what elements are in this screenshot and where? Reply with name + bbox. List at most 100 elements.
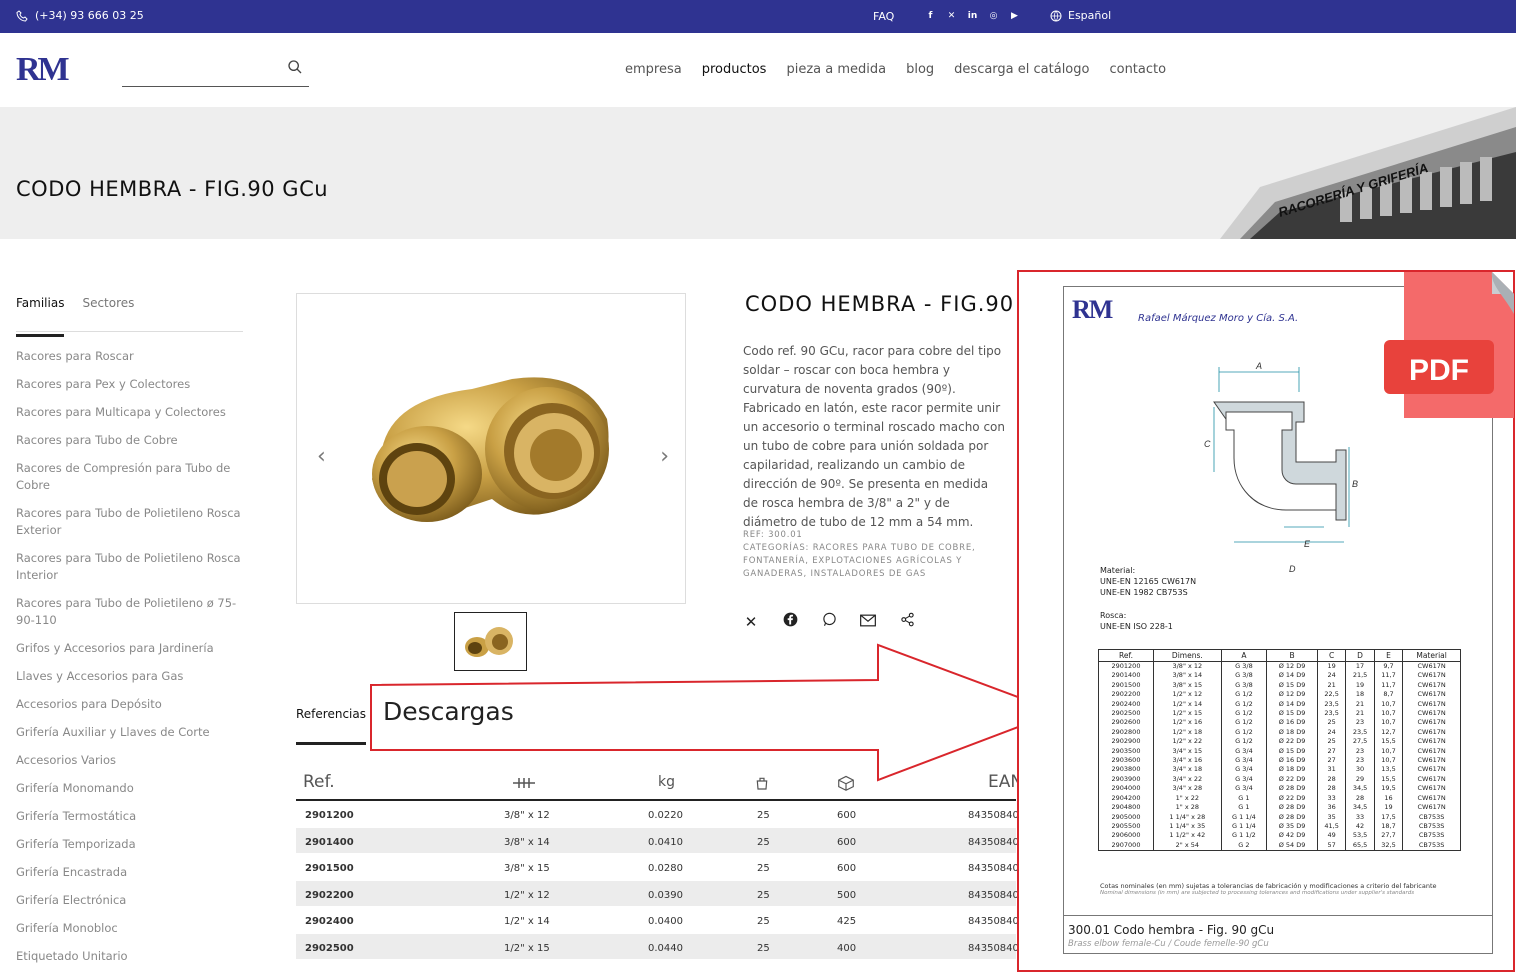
spec-cell: 1 1/2" x 42 [1152,831,1222,841]
pdf-file-icon[interactable]: PDF [1382,270,1516,420]
spec-cell: 29 [1345,774,1375,785]
dim-d: D [1289,564,1296,574]
table-row[interactable]: 2901200 3/8" x 12 0.0220 25 600 843508407 [296,801,1025,828]
faq-link[interactable]: FAQ [873,10,894,23]
instagram-icon[interactable]: ◎ [987,9,1000,22]
spec-cell: 2905000 [1098,812,1154,822]
family-link[interactable]: Grifería Monobloc [16,920,241,937]
spec-cell: 21 [1316,680,1347,691]
table-row[interactable]: 2901500 3/8" x 15 0.0280 25 600 843508407 [296,854,1025,881]
nav-productos[interactable]: productos [702,62,767,77]
family-link[interactable]: Grifería Monomando [16,780,241,797]
table-row[interactable]: 2902200 1/2" x 12 0.0390 25 500 843508407 [296,880,1025,907]
table-row[interactable]: 2902500 1/2" x 15 0.0440 25 400 843508407 [296,933,1025,960]
spec-cell: 2904000 [1098,784,1154,794]
family-link[interactable]: Grifos y Accesorios para Jardinería [16,640,241,657]
spec-row: 2902400 1/2" x 14 G 1/2 Ø 14 D9 23,5 21 10,7 CW… [1098,699,1461,710]
pdf-footer-divider [1064,915,1492,916]
spec-cell: 23 [1345,718,1375,728]
family-link[interactable]: Llaves y Accesorios para Gas [16,668,241,685]
spec-cell: CW617N [1402,709,1461,719]
table-row[interactable]: 2902400 1/2" x 14 0.0400 25 425 843508407 [296,907,1025,934]
spec-cell: 9,7 [1373,661,1404,672]
spec-row: 2905000 1 1/4" x 28 G 1 1/4 Ø 28 D9 35 33 17,5… [1098,812,1461,822]
email-icon[interactable] [860,613,876,631]
spec-cell: Ø 18 D9 [1266,727,1318,738]
spec-cell: 2" x 54 [1152,840,1222,852]
table-cell: 500 [837,889,857,901]
nav-pieza-a-medida[interactable]: pieza a medida [786,62,886,77]
pdf-spec-table: Ref. Dimens. A B C D E Material 2901200 3/8" x 12… [1098,649,1461,852]
spec-cell: 2903500 [1098,746,1154,757]
chevron-left-icon[interactable]: ‹ [317,444,326,469]
family-link[interactable]: Grifería Electrónica [16,892,241,909]
spec-cell: 10,7 [1373,756,1404,766]
share-icon[interactable] [899,612,915,631]
family-link[interactable]: Etiquetado Unitario [16,948,241,965]
pdf-material: Material: UNE-EN 12165 CW617N UNE-EN 198… [1100,565,1196,632]
facebook-icon[interactable] [782,612,798,631]
spec-cell: Ø 15 D9 [1266,746,1318,757]
nav-empresa[interactable]: empresa [625,62,682,77]
spec-cell: CW617N [1402,737,1461,747]
family-link[interactable]: Racores para Tubo de Polietileno Rosca E… [16,505,241,539]
family-link[interactable]: Grifería Termostática [16,808,241,825]
family-link[interactable]: Grifería Auxiliar y Llaves de Corte [16,724,241,741]
spec-cell: 2902900 [1098,737,1154,747]
phone-link[interactable]: (+34) 93 666 03 25 [16,9,144,22]
references-table: Ref. kg EAN 2901200 3/8" x 12 0.0220 25 600 8… [296,766,1025,960]
spec-cell: 27 [1316,756,1347,766]
spec-cell: Ø 16 D9 [1266,718,1318,728]
spec-cell: 19 [1373,803,1404,813]
x-icon[interactable]: ✕ [743,613,759,631]
spec-cell: G 1/2 [1220,709,1268,719]
x-icon[interactable]: ✕ [945,9,958,22]
family-link[interactable]: Accesorios para Depósito [16,696,241,713]
nav-contacto[interactable]: contacto [1109,62,1166,77]
spec-cell: 24 [1316,727,1347,738]
spec-cell: 19 [1316,661,1347,672]
family-link[interactable]: Racores para Roscar [16,348,241,365]
spec-cell: 2902200 [1098,690,1154,700]
search-box[interactable] [122,55,309,87]
spec-cell: 1 1/4" x 28 [1152,812,1222,822]
facebook-icon[interactable]: f [924,9,937,22]
spec-cell: 23,5 [1316,709,1347,719]
youtube-icon[interactable]: ▶ [1008,9,1021,22]
spec-cell: 2902800 [1098,727,1154,738]
nav-descarga-catalogo[interactable]: descarga el catálogo [954,62,1089,77]
spec-row: 2904800 1" x 28 G 1Ø 28 D9 36 34,5 19 CW617N [1098,803,1461,813]
spec-cell: 2903600 [1098,756,1154,766]
family-link[interactable]: Racores para Pex y Colectores [16,376,241,393]
table-cell: 3/8" x 14 [504,836,550,848]
family-link[interactable]: Racores de Compresión para Tubo de Cobre [16,460,241,494]
tab-referencias[interactable]: Referencias [296,707,366,745]
family-link[interactable]: Racores para Tubo de Cobre [16,432,241,449]
spec-cell: 3/8" x 14 [1152,671,1222,681]
language-selector[interactable]: Español [1050,9,1111,22]
spec-header-cell: E [1373,649,1404,662]
linkedin-icon[interactable]: in [966,9,979,22]
nav-blog[interactable]: blog [906,62,934,77]
chevron-right-icon[interactable]: › [660,444,669,469]
table-cell: 25 [757,863,770,874]
whatsapp-icon[interactable] [821,612,837,631]
search-icon[interactable] [287,59,303,75]
spec-cell: Ø 22 D9 [1266,737,1318,747]
spec-cell: Ø 14 D9 [1266,699,1318,710]
family-link[interactable]: Accesorios Varios [16,752,241,769]
site-logo[interactable]: RM [16,53,70,87]
family-link[interactable]: Grifería Encastrada [16,864,241,881]
table-row[interactable]: 2901400 3/8" x 14 0.0410 25 600 843508407 [296,827,1025,854]
spec-cell: 1/2" x 15 [1152,709,1222,719]
family-link[interactable]: Racores para Multicapa y Colectores [16,404,241,421]
descargas-label[interactable]: Descargas [383,697,514,726]
spec-cell: 34,5 [1345,784,1375,794]
family-link[interactable]: Racores para Tubo de Polietileno Rosca I… [16,550,241,584]
family-link[interactable]: Grifería Temporizada [16,836,241,853]
pdf-badge-label: PDF [1409,354,1469,387]
dim-b: B [1352,479,1358,489]
family-link[interactable]: Racores para Tubo de Polietileno ø 75-90… [16,595,241,629]
spec-cell: G 1 1/4 [1220,821,1268,832]
spec-cell: Ø 16 D9 [1266,756,1318,766]
